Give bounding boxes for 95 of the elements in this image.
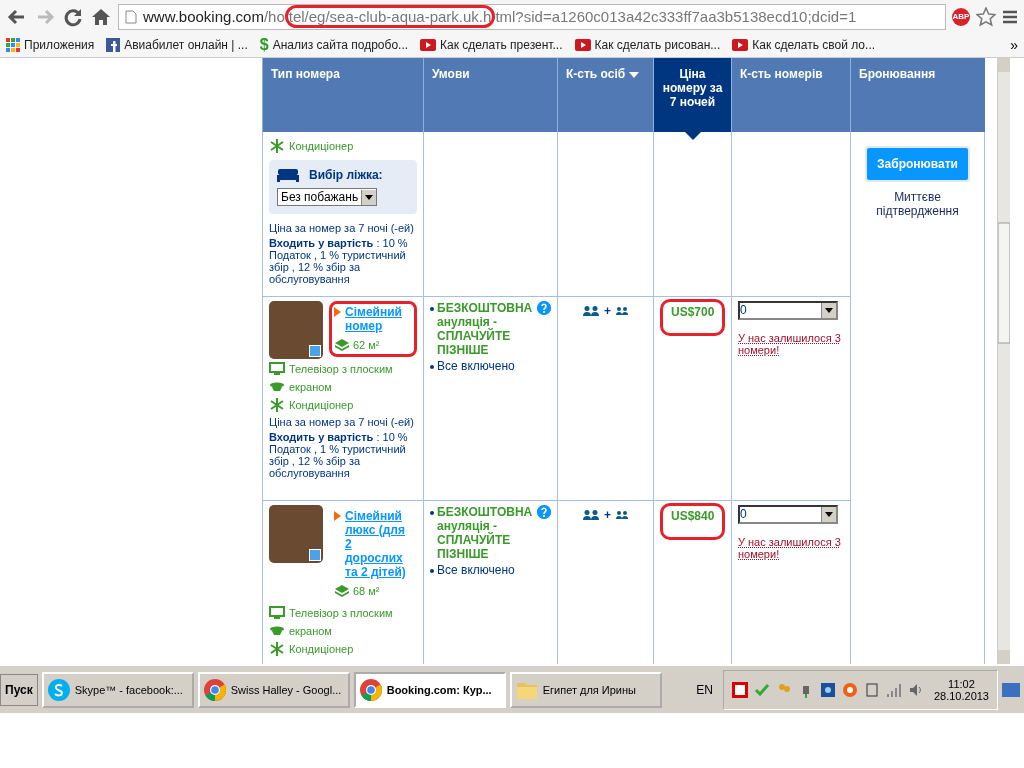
amenity-label: Кондиціонер [289, 642, 354, 655]
start-button[interactable]: Пуск [0, 673, 38, 706]
play-icon [574, 39, 591, 51]
column-header[interactable]: Бронювання [850, 58, 985, 132]
room-area: 62 м² [353, 338, 380, 351]
room-area: 68 м² [353, 584, 380, 597]
menu-icon[interactable] [1002, 8, 1018, 25]
bullet-icon [430, 364, 434, 369]
bookmark-link[interactable]: Приложения [24, 38, 95, 52]
clock-time: 11:02 [947, 677, 976, 690]
room-quantity-select[interactable]: 0 [738, 300, 838, 320]
play-icon [420, 39, 437, 51]
instant-confirmation-text: Миттєве підтвердження [875, 190, 960, 218]
dropdown-arrow-icon [365, 194, 374, 200]
bookmark-link[interactable]: Как сделать презент... [440, 38, 563, 52]
monitor-icon [269, 604, 285, 621]
snowflake-icon [269, 396, 285, 413]
amenity-label: екраном [289, 624, 332, 637]
amenity-label: Кондиціонер [289, 140, 354, 152]
tray-app-icon[interactable] [731, 681, 748, 698]
two-adults-icon [583, 509, 599, 520]
clock-date: 28.10.2013 [933, 689, 989, 702]
price-note: Ціна за номер за 7 ночі (-ей) [269, 415, 415, 428]
language-indicator[interactable]: EN [690, 682, 719, 697]
tray-circle-icon[interactable] [841, 681, 858, 698]
two-adults-icon [583, 305, 599, 316]
column-header[interactable]: Умови [423, 58, 558, 132]
monitor-icon [269, 360, 285, 377]
availability-warning: У нас залишилося 3 номери! [738, 331, 842, 356]
bookmark-star-icon[interactable] [976, 6, 996, 27]
availability-warning: У нас залишилося 3 номери! [738, 535, 842, 560]
taskbar-button[interactable]: Skype™ - facebook:... [41, 671, 194, 708]
column-header[interactable]: Тип номера [262, 58, 424, 132]
condition-text: Все включено [437, 358, 515, 373]
room-photo-placeholder[interactable] [269, 300, 323, 359]
column-header[interactable]: К-сть номерів [731, 58, 851, 132]
page-icon [125, 9, 137, 24]
bullet-icon [430, 510, 434, 515]
price-note: Ціна за номер за 7 ночі (-ей) [269, 222, 415, 234]
room-photo-placeholder[interactable] [269, 504, 323, 563]
two-children-icon [616, 510, 628, 519]
skype-icon [46, 677, 71, 702]
scrollbar[interactable] [997, 58, 1010, 664]
room-price: US$700 [660, 298, 725, 336]
tray-check-icon[interactable] [753, 681, 770, 698]
plus-sign: + [604, 303, 611, 318]
dropdown-arrow-icon [825, 307, 833, 313]
help-icon[interactable] [537, 504, 551, 519]
bookmark-link[interactable]: Анализ сайта подробо... [272, 38, 409, 52]
signal-icon[interactable] [885, 681, 902, 698]
free-cancellation-text: БЕЗКОШТОВНА ануляція - СПЛАЧУЙТЕ ПІЗНІШЕ [437, 504, 534, 561]
dollar-icon: $ [259, 36, 269, 54]
bullet-icon [430, 306, 434, 311]
bookmark-link[interactable]: Авиабилет онлайн | ... [124, 38, 248, 52]
amenity-label: Телевізор з плоским [289, 362, 393, 375]
dropdown-arrow-icon [825, 511, 833, 517]
bullet-icon [430, 568, 434, 573]
plus-sign: + [604, 507, 611, 522]
included-taxes-text: Входить у вартість : 10 % Податок , 1 % туристичний збір , 12 % збір за обслуговування [269, 430, 409, 479]
help-icon[interactable] [537, 300, 551, 315]
taskbar-button[interactable]: Booking.com: Кур... [353, 671, 506, 708]
floor-area-icon [334, 582, 350, 599]
taskbar-button[interactable]: Swiss Halley - Googl... [197, 671, 350, 708]
sort-pointer-icon [684, 132, 701, 140]
bed-select[interactable]: Без побажань [277, 188, 378, 206]
play-icon [732, 39, 749, 51]
room-quantity-select[interactable]: 0 [738, 504, 838, 524]
bed-icon [277, 168, 299, 182]
amenity-label: Кондиціонер [289, 398, 354, 411]
taskbar-button[interactable]: Египет для Ирины [509, 671, 662, 708]
tray-device-icon[interactable] [863, 681, 880, 698]
dropdown-arrow-icon [628, 72, 639, 78]
two-children-icon [616, 306, 628, 315]
column-header[interactable]: К-сть осіб [557, 58, 654, 132]
floor-area-icon [334, 336, 350, 353]
apps-grid-icon [6, 38, 20, 52]
condition-text: Все включено [437, 562, 515, 577]
chrome-icon [358, 677, 383, 702]
adblock-button[interactable]: ABP [952, 7, 970, 26]
included-taxes-text: Входить у вартість : 10 % Податок , 1 % туристичний збір , 12 % збір за обслуговування [269, 237, 409, 285]
tray-network-icon[interactable] [819, 681, 836, 698]
room-price: US$840 [660, 502, 725, 540]
snowflake-icon [269, 640, 285, 657]
more-bookmarks-button[interactable]: » [1010, 37, 1018, 53]
bookmark-link[interactable]: Как сделать рисован... [594, 38, 721, 52]
amenity-label: екраном [289, 380, 332, 393]
bed-choice-label: Вибір ліжка: [309, 168, 383, 182]
show-desktop-icon[interactable] [1002, 682, 1020, 697]
snowflake-icon [269, 138, 285, 154]
bookmark-link[interactable]: Как сделать свой ло... [752, 38, 876, 52]
amenity-label: Телевізор з плоским [289, 606, 393, 619]
address-bar[interactable]: www.booking.com/ho tel/eg/sea-club-aqua-park.uk.h tml?sid=a1260c013a42c333ff7aa3b5138ecd10;dcid=1 [118, 3, 946, 30]
facebook-icon [106, 38, 121, 52]
free-cancellation-text: БЕЗКОШТОВНА ануляція - СПЛАЧУЙТЕ ПІЗНІШЕ [437, 300, 534, 357]
chrome-icon [202, 677, 227, 702]
